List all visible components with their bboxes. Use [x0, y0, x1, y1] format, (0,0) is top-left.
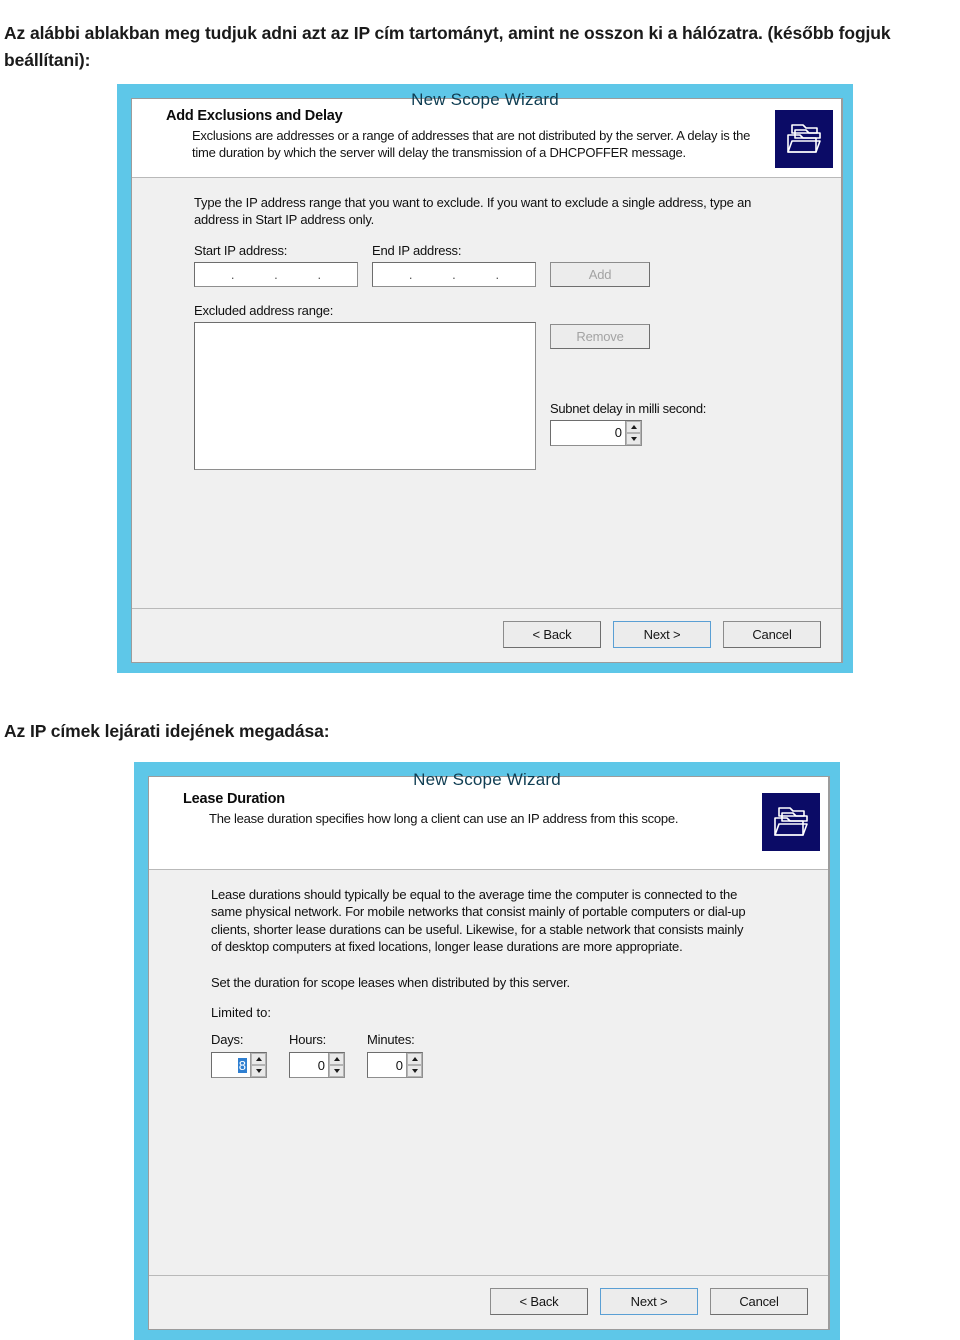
subnet-delay-label: Subnet delay in milli second:	[550, 400, 707, 416]
excluded-range-label: Excluded address range:	[194, 302, 334, 318]
minutes-spinner[interactable]: 0	[367, 1052, 423, 1079]
hours-down-icon[interactable]	[329, 1065, 344, 1078]
dialog1-instruction: Type the IP address range that you want …	[194, 195, 752, 228]
dialog1-title: New Scope Wizard	[411, 90, 559, 109]
dialog2-title: New Scope Wizard	[413, 770, 561, 789]
end-ip-label: End IP address:	[372, 242, 462, 258]
dialog2-footer: < Back Next > Cancel	[149, 1275, 828, 1329]
ip-dot-separator: .	[274, 266, 278, 282]
dialog2-header-title: Lease Duration	[183, 791, 285, 807]
cancel-button[interactable]: Cancel	[723, 621, 821, 648]
minutes-label: Minutes:	[367, 1032, 415, 1048]
days-group: Days: 8	[211, 1032, 267, 1079]
start-ip-input[interactable]: . . .	[194, 261, 358, 287]
intro-paragraph: Az alábbi ablakban meg tudjuk adni azt a…	[4, 22, 891, 70]
mid-paragraph: Az IP címek lejárati idejének megadása:	[4, 720, 330, 741]
dialog1-body: Type the IP address range that you want …	[132, 178, 841, 608]
days-value: 8	[237, 1057, 247, 1073]
folder-stack-icon	[775, 110, 833, 168]
days-up-icon[interactable]	[251, 1053, 266, 1066]
subnet-delay-spinner[interactable]: 0	[550, 419, 642, 446]
hours-group: Hours: 0	[289, 1032, 345, 1079]
set-duration-text: Set the duration for scope leases when d…	[211, 974, 570, 990]
document-page: Az alábbi ablakban meg tudjuk adni azt a…	[0, 0, 960, 1340]
start-ip-label: Start IP address:	[194, 242, 288, 258]
ip-dot-separator: .	[452, 266, 456, 282]
hours-value[interactable]: 0	[290, 1053, 328, 1077]
hours-spinner[interactable]: 0	[289, 1052, 345, 1079]
next-button[interactable]: Next >	[613, 621, 711, 648]
remove-button[interactable]: Remove	[550, 323, 650, 349]
end-ip-input[interactable]: . . .	[372, 261, 536, 287]
cancel-button[interactable]: Cancel	[710, 1288, 808, 1315]
ip-dot-separator: .	[495, 266, 500, 282]
ip-dot-separator: .	[408, 266, 413, 282]
minutes-up-icon[interactable]	[407, 1053, 422, 1066]
dialog1-footer: < Back Next > Cancel	[132, 608, 841, 662]
dialog1-header-title: Add Exclusions and Delay	[166, 108, 343, 124]
next-button[interactable]: Next >	[600, 1288, 698, 1315]
back-button[interactable]: < Back	[490, 1288, 588, 1315]
new-scope-wizard-dialog-1: Add Exclusions and Delay Exclusions are …	[131, 98, 843, 663]
subnet-delay-value[interactable]: 0	[551, 421, 625, 445]
ip-dot-separator: .	[317, 266, 322, 282]
lease-duration-fields: Days: 8 Hours: 0 Minutes: 0	[211, 1032, 804, 1079]
start-ip-group: Start IP address: . . .	[194, 243, 358, 287]
days-spinner[interactable]: 8	[211, 1052, 267, 1079]
screenshot-add-exclusions: Add Exclusions and Delay Exclusions are …	[117, 84, 853, 673]
days-value-wrap[interactable]: 8	[212, 1053, 250, 1077]
subnet-delay-down-icon[interactable]	[626, 432, 641, 445]
subnet-delay-up-icon[interactable]	[626, 420, 641, 433]
dialog1-header: Add Exclusions and Delay Exclusions are …	[132, 99, 841, 178]
end-ip-group: End IP address: . . .	[372, 243, 536, 287]
lease-duration-explanation: Lease durations should typically be equa…	[211, 887, 746, 955]
screenshot-lease-duration: Lease Duration The lease duration specif…	[134, 762, 840, 1340]
folder-stack-icon	[762, 793, 820, 851]
dialog2-header: Lease Duration The lease duration specif…	[149, 777, 828, 870]
back-button[interactable]: < Back	[503, 621, 601, 648]
dialog2-body: Lease durations should typically be equa…	[149, 870, 828, 1275]
add-button[interactable]: Add	[550, 261, 650, 287]
minutes-down-icon[interactable]	[407, 1065, 422, 1078]
minutes-group: Minutes: 0	[367, 1032, 423, 1079]
new-scope-wizard-dialog-2: Lease Duration The lease duration specif…	[148, 776, 830, 1330]
hours-label: Hours:	[289, 1032, 327, 1048]
days-label: Days:	[211, 1032, 244, 1048]
dialog2-header-description: The lease duration specifies how long a …	[209, 811, 679, 826]
dialog1-header-description: Exclusions are addresses or a range of a…	[192, 128, 751, 161]
hours-up-icon[interactable]	[329, 1053, 344, 1066]
ip-dot-separator: .	[230, 266, 235, 282]
excluded-address-range-listbox[interactable]	[194, 321, 536, 470]
days-down-icon[interactable]	[251, 1065, 266, 1078]
limited-to-label: Limited to:	[211, 1005, 271, 1021]
minutes-value[interactable]: 0	[368, 1053, 406, 1077]
